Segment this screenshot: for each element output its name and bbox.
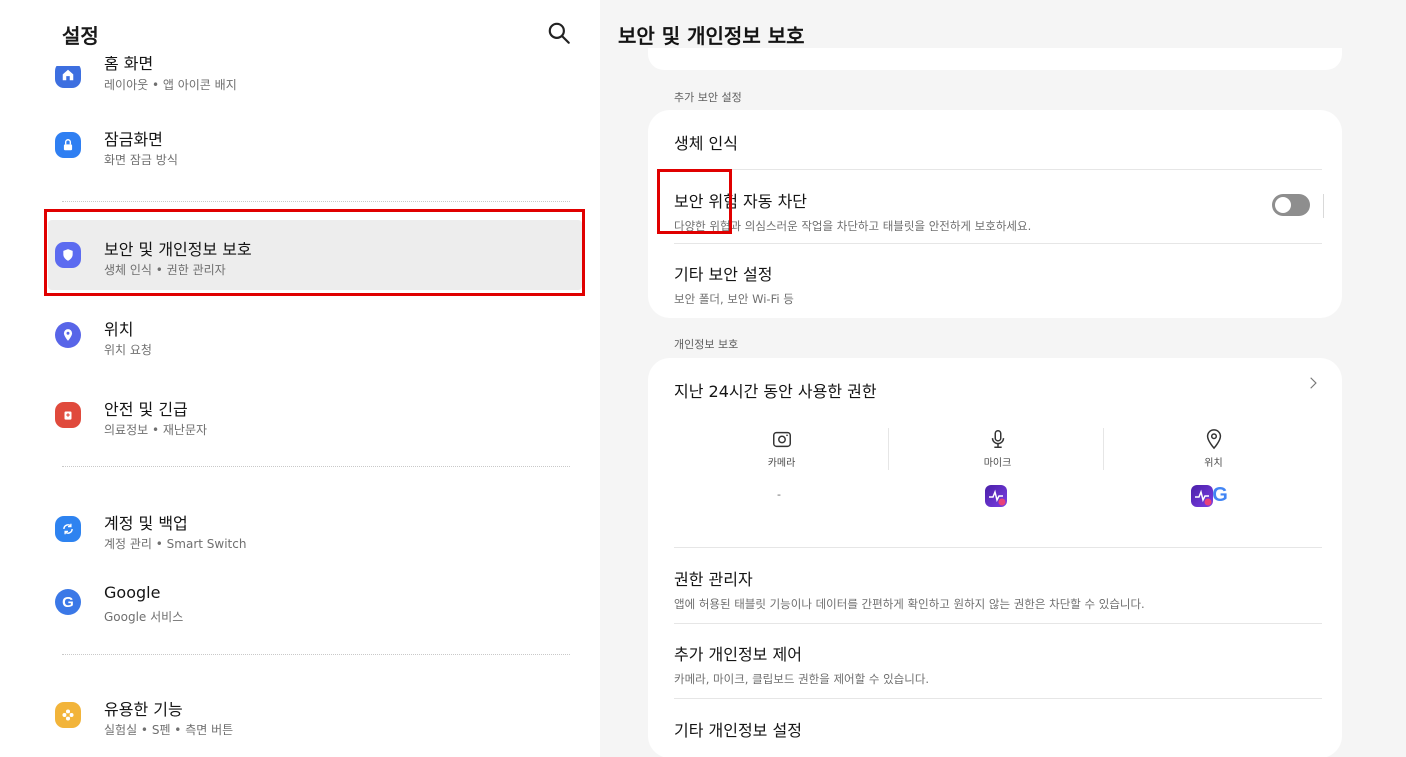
divider xyxy=(674,623,1322,624)
row-title: 보안 위험 자동 차단 xyxy=(674,192,808,211)
location-icon xyxy=(1206,429,1221,450)
menu-item-title: 잠금화면 xyxy=(104,130,163,149)
menu-item-title: 계정 및 백업 xyxy=(104,514,188,533)
menu-item-accounts-backup[interactable]: 계정 및 백업 계정 관리 • Smart Switch xyxy=(48,494,582,564)
row-title: 기타 개인정보 설정 xyxy=(674,721,802,740)
menu-item-title: 유용한 기능 xyxy=(104,700,183,719)
menu-item-safety-emergency[interactable]: 안전 및 긴급 의료정보 • 재난문자 xyxy=(48,380,582,450)
divider xyxy=(1103,428,1104,470)
menu-item-subtitle: 위치 요청 xyxy=(104,343,152,357)
row-subtitle: 카메라, 마이크, 클립보드 권한을 제어할 수 있습니다. xyxy=(674,672,930,686)
divider xyxy=(674,169,1322,170)
permission-column-camera[interactable]: 카메라 xyxy=(674,428,889,488)
row-title: 지난 24시간 동안 사용한 권한 xyxy=(674,382,877,401)
lock-icon xyxy=(55,132,81,158)
highlight-box xyxy=(44,209,585,296)
menu-item-title: 홈 화면 xyxy=(104,54,154,73)
divider xyxy=(674,547,1322,548)
row-title: 추가 개인정보 제어 xyxy=(674,645,802,664)
permission-manager-row[interactable]: 권한 관리자 앱에 허용된 태블릿 기능이나 데이터를 간편하게 확인하고 원하… xyxy=(674,566,1322,612)
menu-item-advanced-features[interactable]: 유용한 기능 실험실 • S펜 • 측면 버튼 xyxy=(48,680,582,750)
google-g-icon: G xyxy=(55,589,81,615)
toggle-knob xyxy=(1275,197,1291,213)
emergency-icon xyxy=(55,402,81,428)
permission-label: 위치 xyxy=(1204,458,1223,469)
card-remnant xyxy=(648,48,1342,70)
permission-label: 마이크 xyxy=(983,458,1012,469)
extra-privacy-controls-row[interactable]: 추가 개인정보 제어 카메라, 마이크, 클립보드 권한을 제어할 수 있습니다… xyxy=(674,641,1322,687)
sync-icon xyxy=(55,516,81,542)
menu-item-subtitle: 레이아웃 • 앱 아이콘 배지 xyxy=(104,78,237,92)
permission-column-location[interactable]: 위치 xyxy=(1106,428,1321,488)
biometrics-row[interactable]: 생체 인식 xyxy=(674,130,1322,154)
menu-item-google[interactable]: G Google Google 서비스 xyxy=(48,567,582,637)
row-subtitle: 다양한 위협과 의심스러운 작업을 차단하고 태블릿을 안전하게 보호하세요. xyxy=(674,219,1032,233)
row-title: 권한 관리자 xyxy=(674,570,753,589)
microphone-icon xyxy=(991,430,1004,448)
menu-item-title: Google xyxy=(104,583,161,602)
privacy-card: 지난 24시간 동안 사용한 권한 카메라 마이크 위치 - G 권한 관리자 … xyxy=(648,358,1342,757)
google-app-icon: G xyxy=(1212,484,1228,506)
flower-icon xyxy=(55,702,81,728)
page-title: 보안 및 개인정보 보호 xyxy=(618,24,805,48)
divider xyxy=(674,698,1322,699)
camera-apps-none: - xyxy=(777,488,781,501)
menu-item-lock-screen[interactable]: 잠금화면 화면 잠금 방식 xyxy=(48,110,582,180)
permission-label: 카메라 xyxy=(767,458,796,469)
menu-item-subtitle: 화면 잠금 방식 xyxy=(104,153,178,167)
menu-item-subtitle: 실험실 • S펜 • 측면 버튼 xyxy=(104,723,234,737)
row-title: 기타 보안 설정 xyxy=(674,265,773,284)
divider xyxy=(62,466,570,467)
menu-item-title: 위치 xyxy=(104,320,134,339)
auto-blocker-toggle[interactable] xyxy=(1272,194,1310,216)
divider xyxy=(62,201,570,202)
section-label-security: 추가 보안 설정 xyxy=(674,91,742,104)
menu-item-subtitle: 계정 관리 • Smart Switch xyxy=(104,537,247,551)
detail-pane: 보안 및 개인정보 보호 추가 보안 설정 생체 인식 보안 위험 자동 차단 … xyxy=(600,0,1406,757)
auto-blocker-row[interactable]: 보안 위험 자동 차단 다양한 위협과 의심스러운 작업을 차단하고 태블릿을 … xyxy=(674,188,1242,234)
location-pin-icon xyxy=(55,322,81,348)
camera-icon xyxy=(772,431,791,448)
other-security-row[interactable]: 기타 보안 설정 보안 폴더, 보안 Wi-Fi 등 xyxy=(674,261,1322,307)
divider xyxy=(1323,194,1324,218)
menu-item-home-screen[interactable]: 홈 화면 레이아웃 • 앱 아이콘 배지 xyxy=(48,40,582,110)
divider xyxy=(888,428,889,470)
permission-column-microphone[interactable]: 마이크 xyxy=(890,428,1105,488)
menu-item-subtitle: Google 서비스 xyxy=(104,610,184,624)
permission-usage-row[interactable]: 지난 24시간 동안 사용한 권한 xyxy=(674,378,1322,402)
row-subtitle: 보안 폴더, 보안 Wi-Fi 등 xyxy=(674,292,794,306)
row-title: 생체 인식 xyxy=(674,134,738,153)
section-label-privacy: 개인정보 보호 xyxy=(674,338,739,351)
divider xyxy=(674,243,1322,244)
toggle-switch[interactable] xyxy=(1272,194,1310,216)
divider xyxy=(62,654,570,655)
other-privacy-settings-row[interactable]: 기타 개인정보 설정 xyxy=(674,717,1322,741)
menu-item-title: 안전 및 긴급 xyxy=(104,400,188,419)
home-icon xyxy=(55,66,81,88)
menu-item-location[interactable]: 위치 위치 요청 xyxy=(48,300,582,370)
menu-item-subtitle: 의료정보 • 재난문자 xyxy=(104,423,208,437)
row-subtitle: 앱에 허용된 태블릿 기능이나 데이터를 간편하게 확인하고 원하지 않는 권한… xyxy=(674,597,1145,611)
health-app-icon xyxy=(985,485,1007,507)
security-card: 생체 인식 보안 위험 자동 차단 다양한 위협과 의심스러운 작업을 차단하고… xyxy=(648,110,1342,318)
highlight-box xyxy=(657,169,732,234)
chevron-right-icon[interactable] xyxy=(1306,376,1320,390)
settings-list-pane: 설정 홈 화면 레이아웃 • 앱 아이콘 배지 잠금화면 화면 잠금 방식 보안… xyxy=(0,0,600,757)
